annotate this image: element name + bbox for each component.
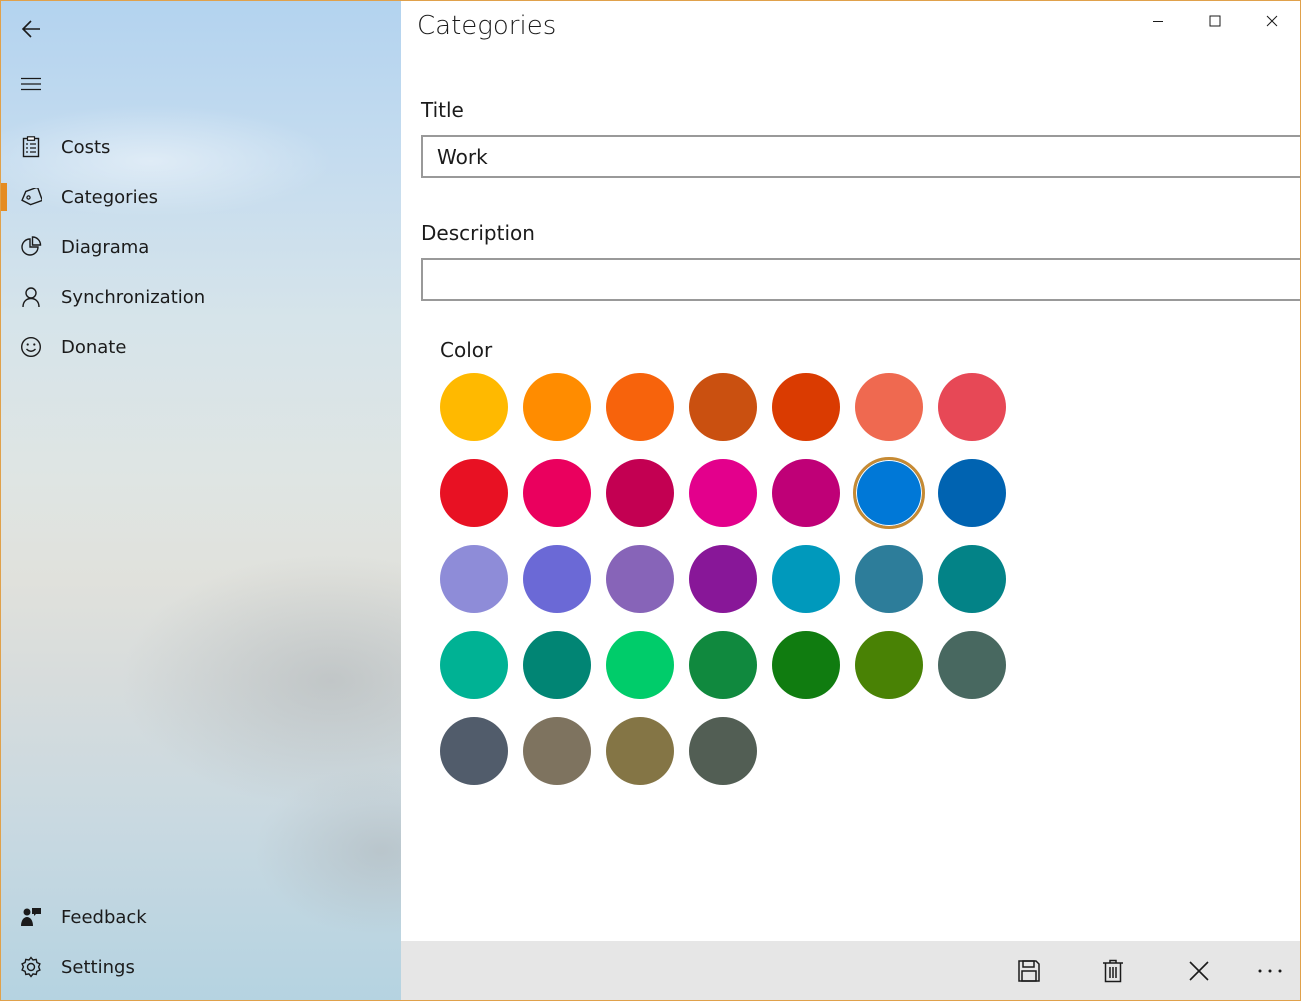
maximize-button[interactable] bbox=[1187, 1, 1243, 41]
sidebar-item-categories[interactable]: Categories bbox=[1, 172, 401, 222]
color-swatch[interactable] bbox=[440, 631, 508, 699]
color-swatch[interactable] bbox=[523, 459, 591, 527]
person-icon bbox=[1, 272, 61, 322]
color-swatch[interactable] bbox=[606, 717, 674, 785]
color-swatch[interactable] bbox=[523, 545, 591, 613]
color-swatch[interactable] bbox=[689, 373, 757, 441]
color-swatch-selected[interactable] bbox=[853, 457, 925, 529]
color-swatch[interactable] bbox=[938, 373, 1006, 441]
sidebar-item-donate[interactable]: Donate bbox=[1, 322, 401, 372]
color-palette bbox=[440, 373, 1040, 793]
close-window-button[interactable] bbox=[1244, 1, 1300, 41]
color-swatch[interactable] bbox=[606, 631, 674, 699]
color-swatch[interactable] bbox=[772, 459, 840, 527]
feedback-icon bbox=[1, 892, 61, 942]
sidebar-item-label: Categories bbox=[61, 186, 159, 208]
color-swatch[interactable] bbox=[440, 373, 508, 441]
close-icon bbox=[1189, 960, 1209, 981]
page-title: Categories bbox=[417, 11, 557, 41]
title-label: Title bbox=[421, 98, 464, 122]
minimize-button[interactable] bbox=[1130, 1, 1186, 41]
navigation-pane: Costs Categories Diagrama Synchronizatio… bbox=[1, 1, 401, 1000]
hamburger-menu-icon bbox=[21, 77, 41, 91]
color-swatch[interactable] bbox=[523, 373, 591, 441]
delete-button[interactable] bbox=[1083, 941, 1143, 1000]
color-swatch[interactable] bbox=[440, 717, 508, 785]
color-swatch[interactable] bbox=[855, 631, 923, 699]
app-window: Costs Categories Diagrama Synchronizatio… bbox=[0, 0, 1301, 1001]
sidebar-item-label: Feedback bbox=[61, 906, 147, 928]
menu-button[interactable] bbox=[1, 60, 61, 108]
sidebar-item-label: Costs bbox=[61, 136, 111, 158]
close-icon bbox=[1266, 15, 1278, 27]
color-swatch[interactable] bbox=[689, 717, 757, 785]
more-button[interactable] bbox=[1240, 941, 1300, 1000]
color-swatch[interactable] bbox=[938, 459, 1006, 527]
command-bar bbox=[401, 941, 1300, 1000]
sidebar-item-costs[interactable]: Costs bbox=[1, 122, 401, 172]
color-swatch[interactable] bbox=[938, 545, 1006, 613]
cancel-button[interactable] bbox=[1169, 941, 1229, 1000]
color-label: Color bbox=[440, 338, 493, 362]
title-input[interactable] bbox=[421, 135, 1300, 178]
maximize-icon bbox=[1209, 15, 1221, 27]
color-swatch[interactable] bbox=[523, 717, 591, 785]
trash-icon bbox=[1103, 959, 1123, 982]
color-swatch[interactable] bbox=[523, 631, 591, 699]
description-input[interactable] bbox=[421, 258, 1300, 301]
color-swatch[interactable] bbox=[772, 545, 840, 613]
tag-icon bbox=[1, 172, 61, 222]
color-swatch[interactable] bbox=[689, 459, 757, 527]
sidebar-item-feedback[interactable]: Feedback bbox=[1, 892, 401, 942]
color-swatch[interactable] bbox=[689, 545, 757, 613]
color-swatch[interactable] bbox=[855, 373, 923, 441]
sidebar-item-label: Donate bbox=[61, 336, 127, 358]
pie-chart-icon bbox=[1, 222, 61, 272]
color-swatch[interactable] bbox=[606, 459, 674, 527]
color-swatch[interactable] bbox=[855, 545, 923, 613]
smiley-icon bbox=[1, 322, 61, 372]
clipboard-list-icon bbox=[1, 122, 61, 172]
color-swatch[interactable] bbox=[606, 373, 674, 441]
color-swatch[interactable] bbox=[772, 373, 840, 441]
sidebar-item-label: Settings bbox=[61, 956, 135, 978]
color-swatch[interactable] bbox=[938, 631, 1006, 699]
sidebar-item-label: Synchronization bbox=[61, 286, 206, 308]
back-arrow-icon bbox=[21, 20, 40, 38]
sidebar-item-diagrama[interactable]: Diagrama bbox=[1, 222, 401, 272]
more-icon bbox=[1258, 969, 1282, 972]
main-content: Categories Title Description Color bbox=[401, 1, 1300, 1000]
sidebar-item-synchronization[interactable]: Synchronization bbox=[1, 272, 401, 322]
color-swatch[interactable] bbox=[606, 545, 674, 613]
color-swatch[interactable] bbox=[440, 459, 508, 527]
save-button[interactable] bbox=[999, 941, 1059, 1000]
description-label: Description bbox=[421, 221, 535, 245]
color-swatch[interactable] bbox=[772, 631, 840, 699]
back-button[interactable] bbox=[1, 5, 61, 53]
minimize-icon bbox=[1153, 21, 1163, 22]
save-icon bbox=[1018, 959, 1040, 982]
gear-icon bbox=[1, 942, 61, 992]
color-swatch[interactable] bbox=[440, 545, 508, 613]
sidebar-item-label: Diagrama bbox=[61, 236, 150, 258]
sidebar-item-settings[interactable]: Settings bbox=[1, 942, 401, 992]
color-swatch[interactable] bbox=[689, 631, 757, 699]
